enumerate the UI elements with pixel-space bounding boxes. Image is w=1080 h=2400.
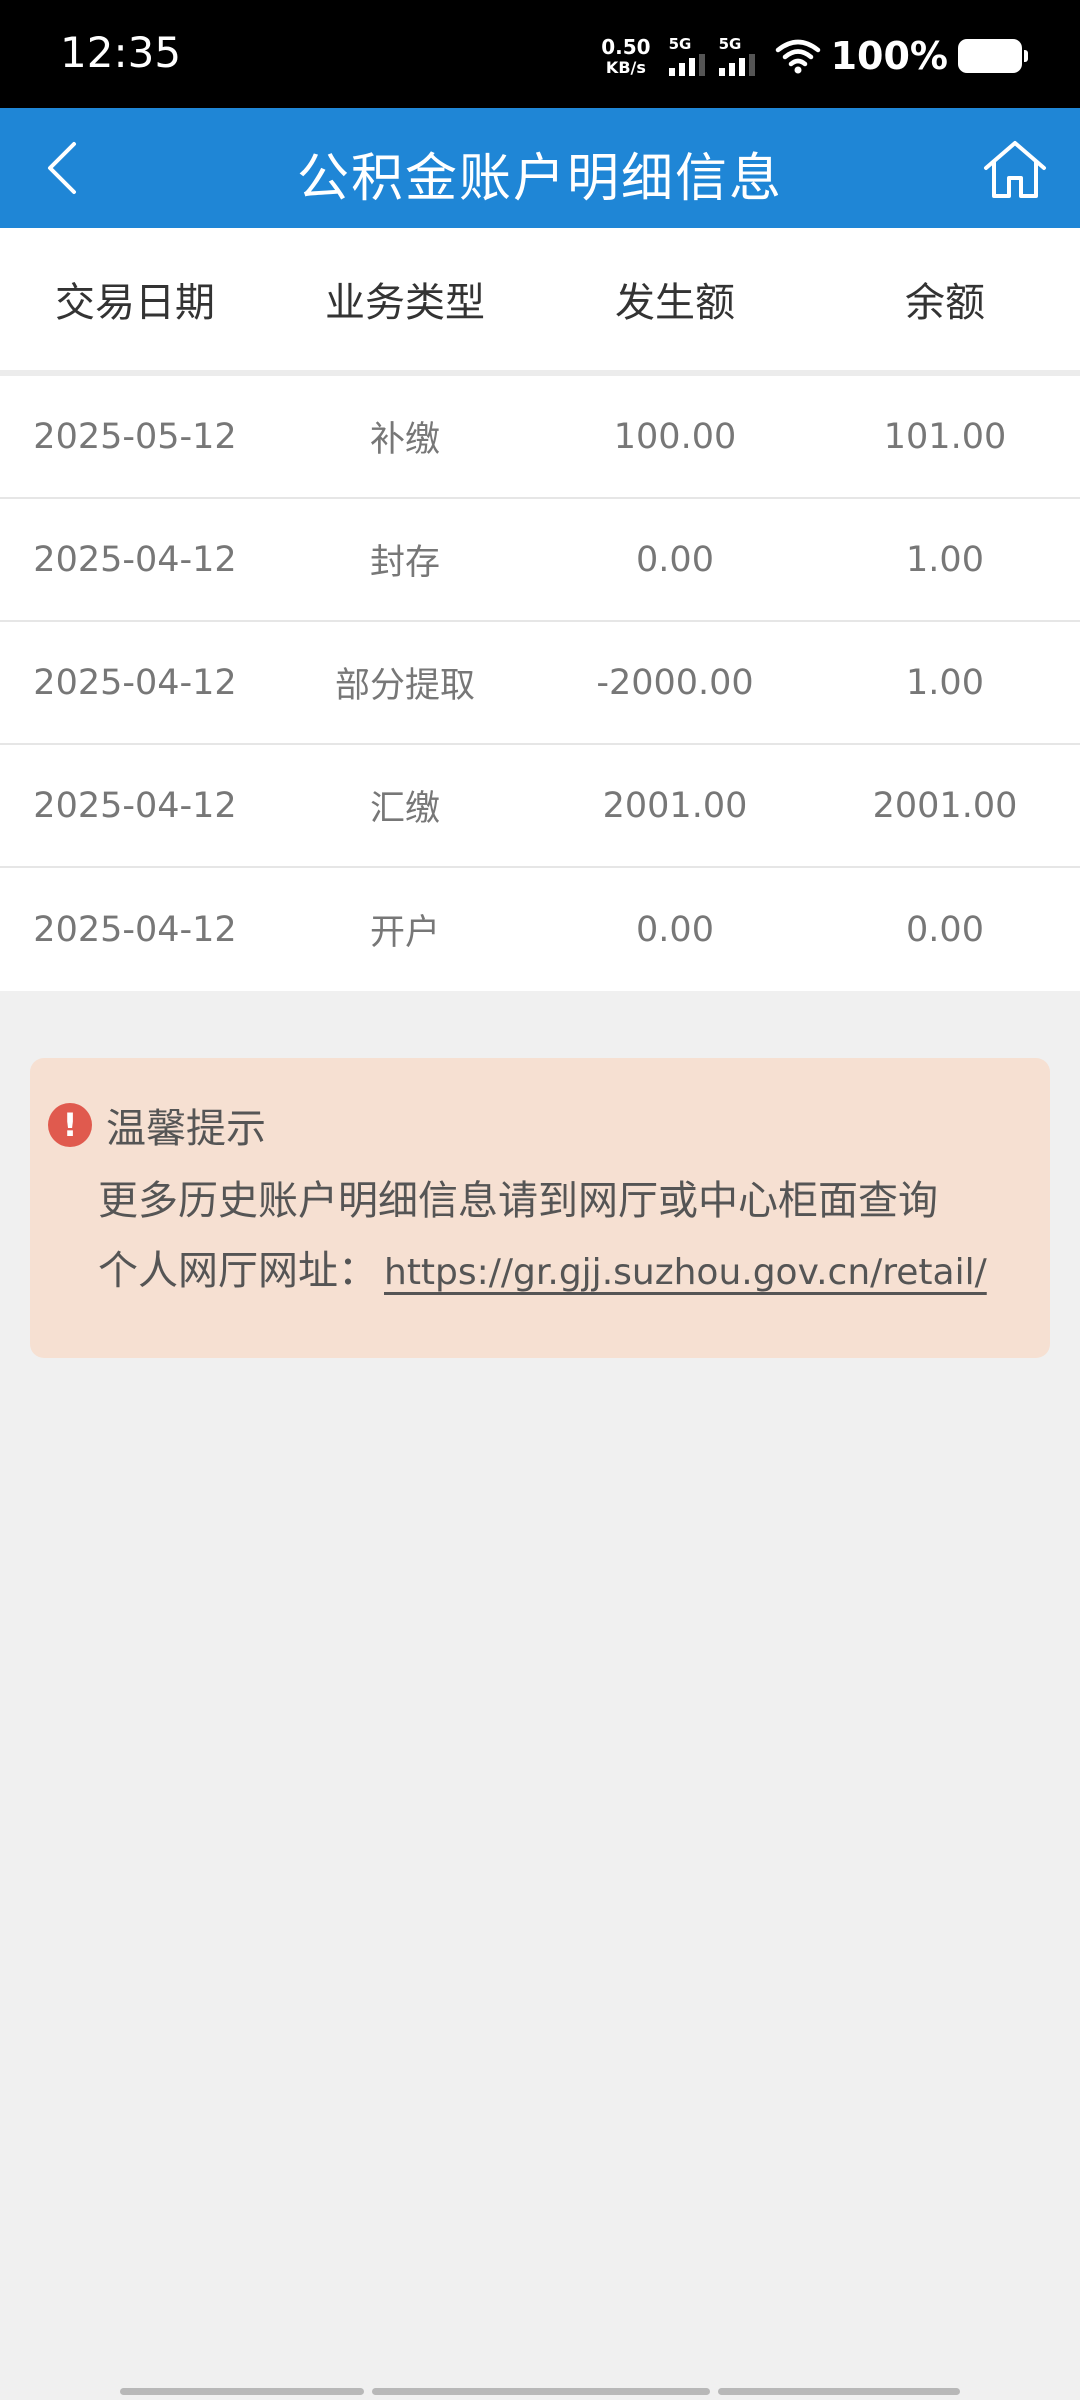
cell-date: 2025-04-12 — [33, 539, 237, 580]
net-speed: 0.50 KB/s — [601, 37, 650, 76]
status-time: 12:35 — [60, 28, 182, 77]
cell-balance: 2001.00 — [872, 785, 1018, 826]
cell-amount: 0.00 — [636, 539, 714, 580]
sim1-signal-icon: 5G — [668, 34, 705, 76]
tip-text: 更多历史账户明细信息请到网厅或中心柜面查询 — [98, 1178, 938, 1224]
home-icon — [984, 141, 1046, 198]
cell-date: 2025-04-12 — [33, 662, 237, 703]
tip-url-line: 个人网厅网址： https://gr.gjj.suzhou.gov.cn/ret… — [98, 1238, 987, 1296]
cell-balance: 1.00 — [906, 662, 984, 703]
cell-amount: 2001.00 — [602, 785, 748, 826]
wifi-icon — [775, 39, 820, 74]
portal-link[interactable]: https://gr.gjj.suzhou.gov.cn/retail/ — [384, 1252, 987, 1293]
tip-title: 温馨提示 — [106, 1106, 266, 1152]
net-speed-value: 0.50 — [601, 34, 651, 59]
tip-url-prefix: 个人网厅网址： — [98, 1248, 378, 1294]
status-indicators: 0.50 KB/s 5G 5G 100% — [601, 30, 1028, 82]
cell-date: 2025-04-12 — [33, 785, 237, 826]
cell-type: 封存 — [369, 543, 440, 583]
cell-type: 开户 — [369, 913, 440, 953]
cell-type: 汇缴 — [369, 789, 440, 829]
cell-date: 2025-05-12 — [33, 416, 237, 457]
cell-type: 补缴 — [369, 420, 440, 460]
cell-amount: -2000.00 — [596, 662, 754, 703]
tip-box: ! 温馨提示 更多历史账户明细信息请到网厅或中心柜面查询 个人网厅网址： htt… — [30, 1058, 1050, 1358]
table-row: 2025-05-12 补缴 100.00 101.00 — [0, 376, 1080, 499]
header-amount: 发生额 — [615, 280, 735, 326]
cell-balance: 0.00 — [906, 909, 984, 950]
home-button[interactable] — [980, 134, 1050, 204]
cell-balance: 1.00 — [906, 539, 984, 580]
gesture-bar — [120, 2388, 960, 2395]
alert-icon: ! — [48, 1103, 92, 1147]
nav-bar: 公积金账户明细信息 — [0, 108, 1080, 228]
header-date: 交易日期 — [55, 280, 215, 326]
table-row: 2025-04-12 汇缴 2001.00 2001.00 — [0, 745, 1080, 868]
sim2-label: 5G — [718, 34, 742, 53]
battery-icon — [958, 39, 1028, 73]
cell-type: 部分提取 — [334, 666, 475, 706]
transactions-table: 交易日期 业务类型 发生额 余额 2025-05-12 补缴 100.00 10… — [0, 228, 1080, 991]
cell-balance: 101.00 — [883, 416, 1007, 457]
cell-amount: 100.00 — [613, 416, 737, 457]
sim2-signal-icon: 5G — [718, 34, 755, 76]
cell-amount: 0.00 — [636, 909, 714, 950]
battery-percent: 100% — [830, 34, 948, 78]
table-row: 2025-04-12 开户 0.00 0.00 — [0, 868, 1080, 991]
status-bar: 12:35 0.50 KB/s 5G 5G 100% — [0, 0, 1080, 108]
sim1-label: 5G — [668, 34, 692, 53]
page-title: 公积金账户明细信息 — [296, 149, 783, 209]
table-header: 交易日期 业务类型 发生额 余额 — [0, 228, 1080, 376]
header-balance: 余额 — [905, 280, 985, 326]
table-row: 2025-04-12 部分提取 -2000.00 1.00 — [0, 622, 1080, 745]
net-speed-unit: KB/s — [605, 57, 646, 77]
table-row: 2025-04-12 封存 0.00 1.00 — [0, 499, 1080, 622]
tip-header: ! 温馨提示 — [48, 1096, 266, 1154]
cell-date: 2025-04-12 — [33, 909, 237, 950]
header-type: 业务类型 — [325, 280, 485, 326]
